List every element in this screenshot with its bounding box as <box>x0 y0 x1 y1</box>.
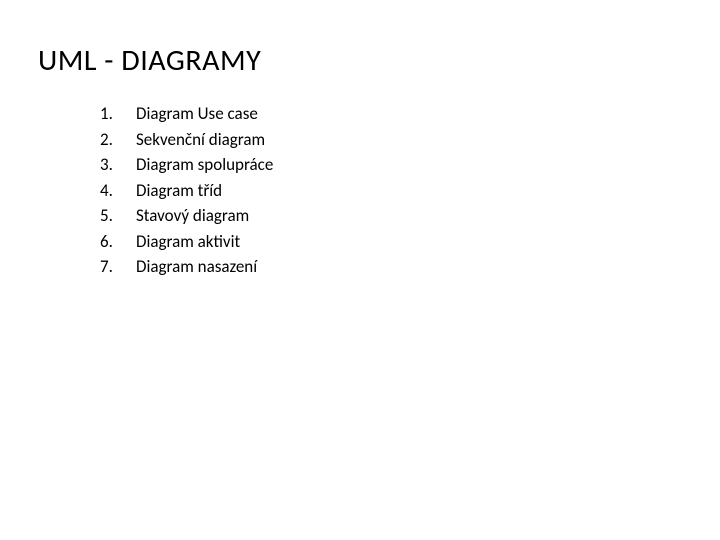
list-item: 7. Diagram nasazení <box>100 254 682 280</box>
list-item: 4. Diagram tříd <box>100 178 682 204</box>
list-label: Diagram Use case <box>136 101 682 127</box>
list-label: Diagram aktivit <box>136 229 682 255</box>
list-item: 3. Diagram spolupráce <box>100 152 682 178</box>
list-label: Diagram nasazení <box>136 254 682 280</box>
slide-title: UML - DIAGRAMY <box>38 42 682 79</box>
diagram-list: 1. Diagram Use case 2. Sekvenční diagram… <box>100 101 682 280</box>
list-item: 2. Sekvenční diagram <box>100 127 682 153</box>
list-label: Stavový diagram <box>136 203 682 229</box>
list-item: 5. Stavový diagram <box>100 203 682 229</box>
list-number: 6. <box>100 229 136 255</box>
list-number: 4. <box>100 178 136 204</box>
list-number: 1. <box>100 101 136 127</box>
list-number: 2. <box>100 127 136 153</box>
list-number: 5. <box>100 203 136 229</box>
list-label: Diagram tříd <box>136 178 682 204</box>
list-number: 7. <box>100 254 136 280</box>
list-item: 6. Diagram aktivit <box>100 229 682 255</box>
list-label: Diagram spolupráce <box>136 152 682 178</box>
list-item: 1. Diagram Use case <box>100 101 682 127</box>
list-number: 3. <box>100 152 136 178</box>
list-label: Sekvenční diagram <box>136 127 682 153</box>
